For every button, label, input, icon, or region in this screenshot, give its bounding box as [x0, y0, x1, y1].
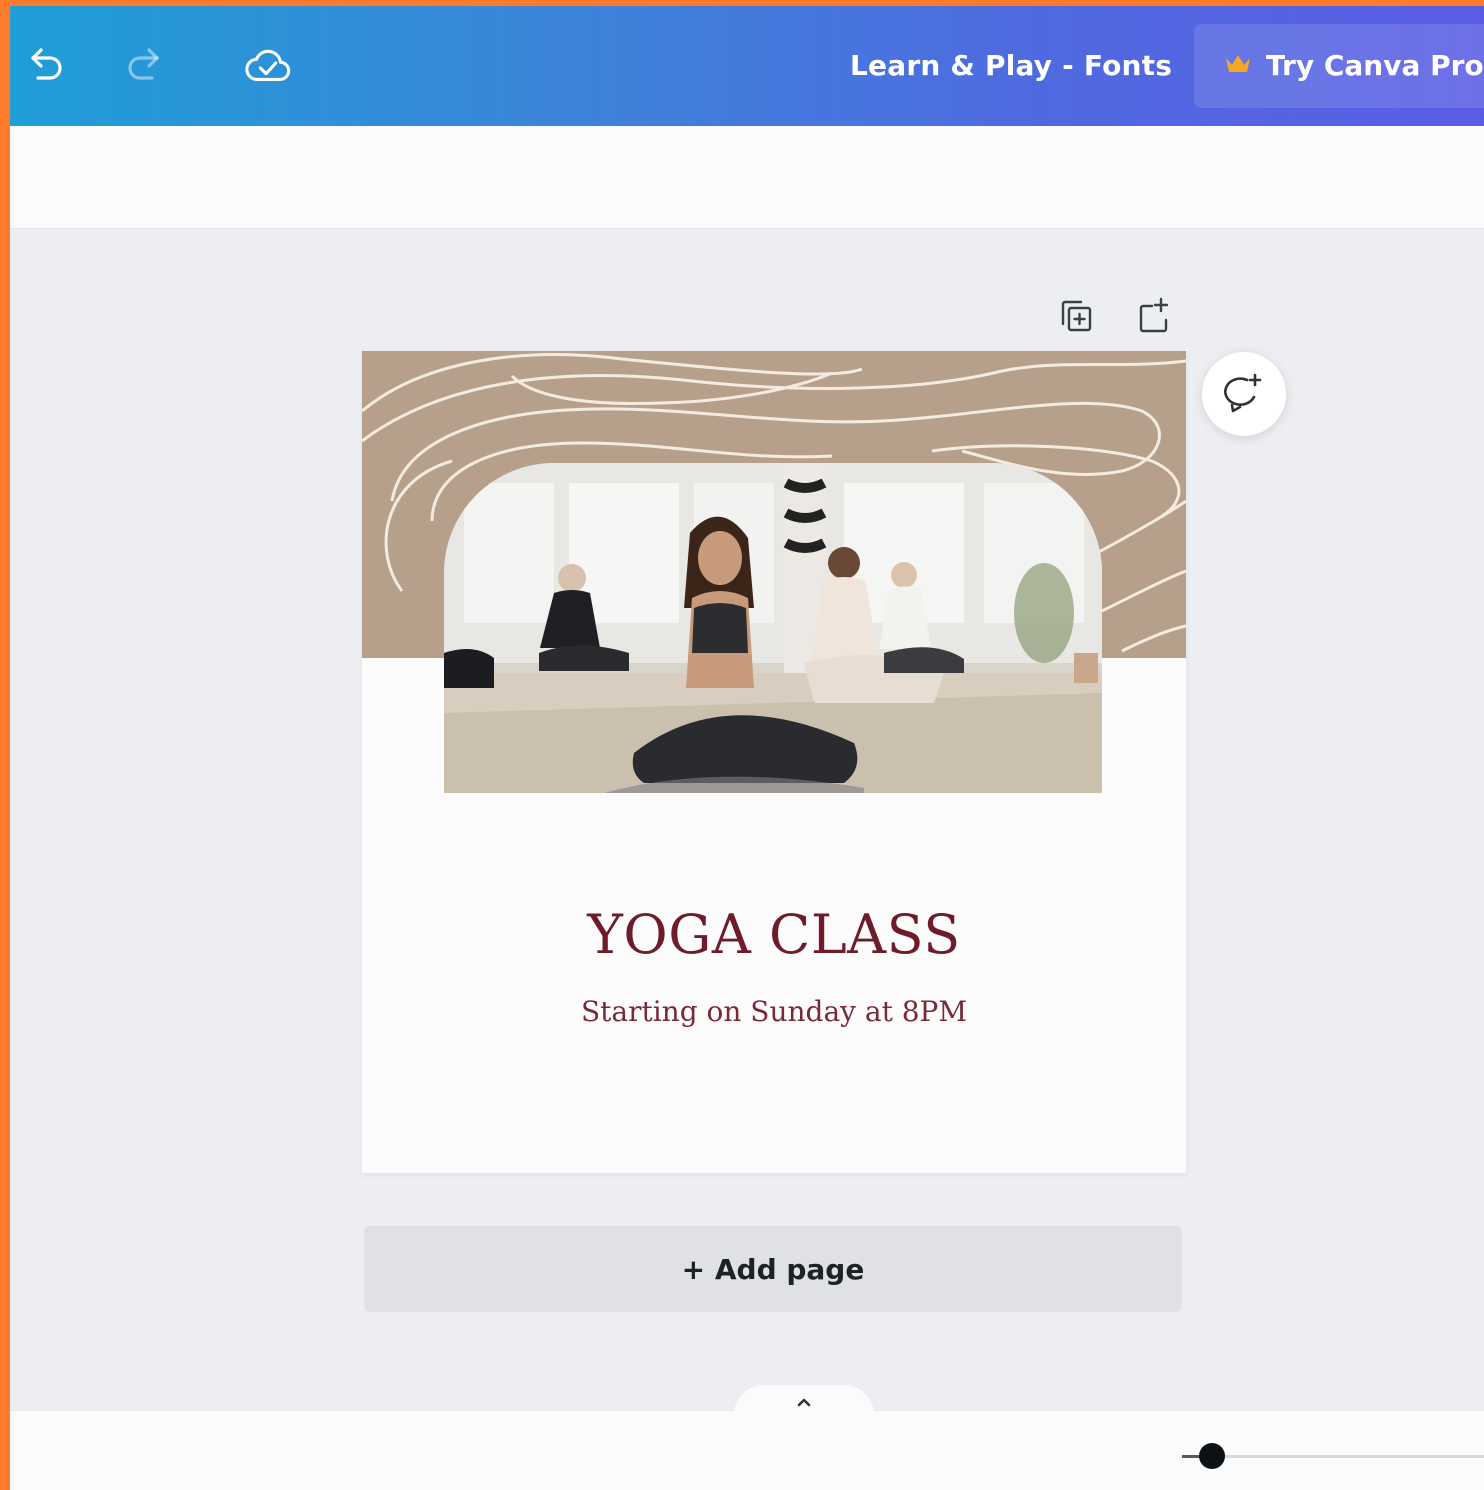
canvas-area: YOGA CLASS Starting on Sunday at 8PM + A…: [10, 228, 1484, 1398]
design-title[interactable]: YOGA CLASS: [362, 903, 1186, 966]
expand-pages-button[interactable]: [734, 1385, 874, 1419]
canva-editor: Learn & Play - Fonts Try Canva Pro YOGA …: [10, 6, 1484, 1490]
duplicate-page-icon[interactable]: [1052, 292, 1100, 340]
redo-icon[interactable]: [120, 42, 168, 90]
add-page-button[interactable]: + Add page: [364, 1226, 1182, 1312]
add-comment-button[interactable]: [1202, 352, 1286, 436]
design-subtitle[interactable]: Starting on Sunday at 8PM: [362, 995, 1186, 1028]
add-comment-icon: [1224, 373, 1262, 413]
context-toolbar: [10, 126, 1484, 229]
crown-icon: [1226, 55, 1250, 72]
bottom-bar: [10, 1385, 1484, 1490]
top-bar: Learn & Play - Fonts Try Canva Pro: [10, 6, 1484, 126]
chevron-up-icon: [797, 1398, 811, 1407]
zoom-slider[interactable]: [1182, 1455, 1484, 1458]
yoga-photo-illustration: [444, 463, 1102, 793]
cloud-check-icon[interactable]: [244, 42, 292, 90]
undo-icon[interactable]: [22, 42, 70, 90]
zoom-slider-thumb[interactable]: [1199, 1443, 1226, 1469]
yoga-class-photo[interactable]: [444, 463, 1102, 793]
try-canva-pro-button[interactable]: Try Canva Pro: [1194, 24, 1484, 108]
document-title[interactable]: Learn & Play - Fonts: [850, 46, 1172, 86]
design-page[interactable]: YOGA CLASS Starting on Sunday at 8PM: [362, 351, 1186, 1173]
add-page-icon[interactable]: [1130, 292, 1178, 340]
try-canva-pro-label: Try Canva Pro: [1266, 49, 1484, 82]
